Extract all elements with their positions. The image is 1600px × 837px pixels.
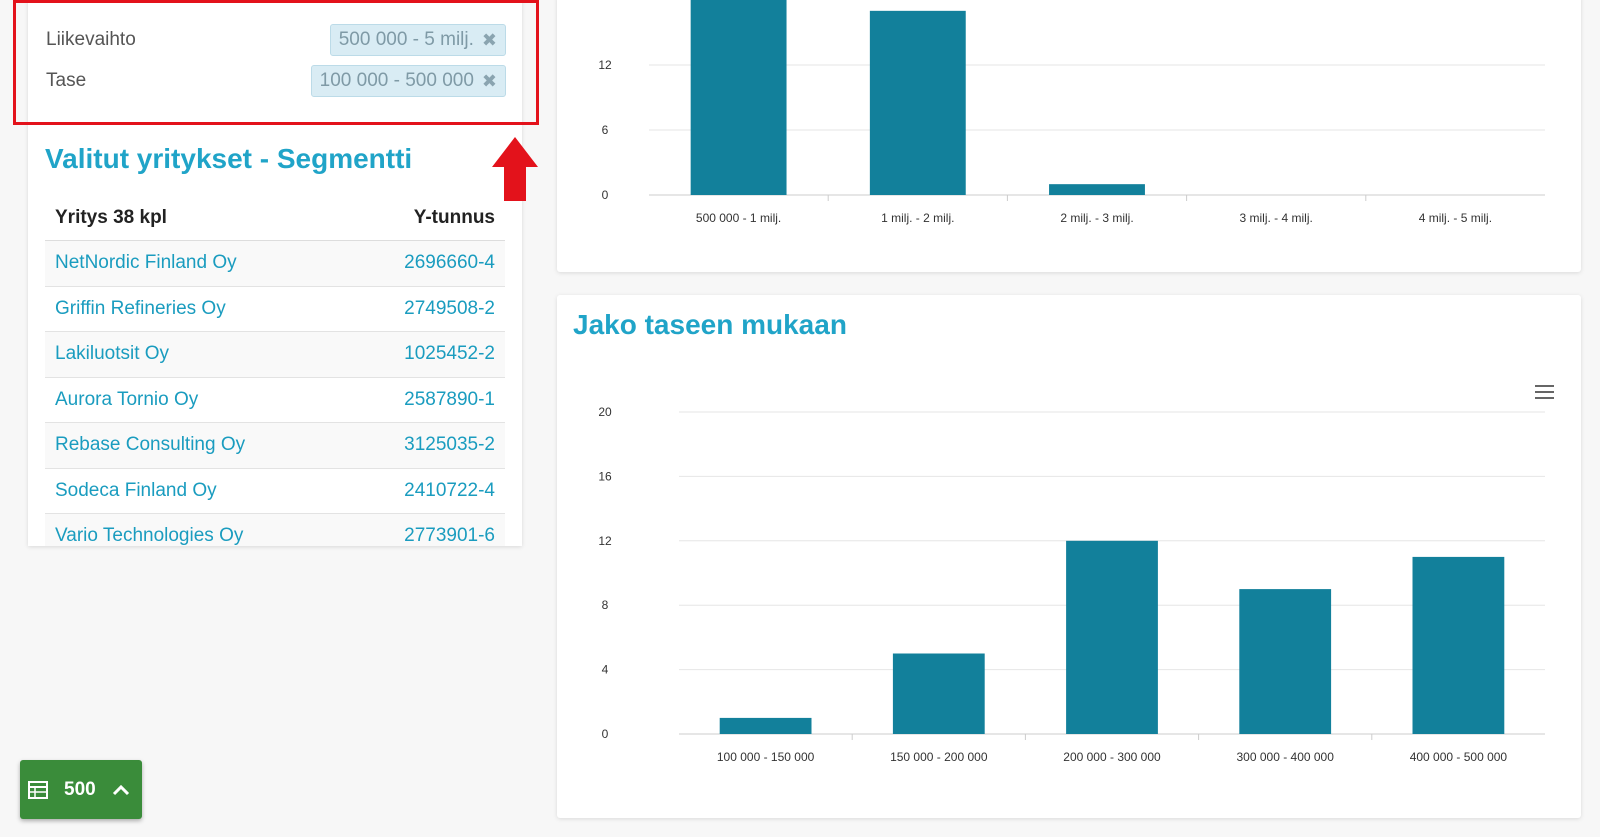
x-tick-label: 4 milj. - 5 milj.	[1419, 211, 1492, 225]
filter-row-liikevaihto: Liikevaihto 500 000 - 5 milj. ✖	[46, 23, 506, 57]
header-company: Yritys 38 kpl	[55, 207, 167, 228]
table-row[interactable]: Rebase Consulting Oy 3125035-2	[45, 423, 505, 469]
table-row[interactable]: Griffin Refineries Oy 2749508-2	[45, 287, 505, 332]
active-filters: Liikevaihto 500 000 - 5 milj. ✖ Tase 100…	[13, 0, 539, 125]
company-name-link[interactable]: Lakiluotsit Oy	[55, 343, 169, 365]
revenue-bar-chart: 0 6 12 500 000 - 1 milj. 1 milj. - 2 milj. 2 …	[598, 0, 1545, 225]
company-name-link[interactable]: Sodeca Finland Oy	[55, 480, 217, 502]
filter-label: Liikevaihto	[46, 29, 136, 50]
x-tick-label: 2 milj. - 3 milj.	[1060, 211, 1133, 225]
bar[interactable]	[1066, 540, 1158, 734]
company-id-link[interactable]: 2410722-4	[404, 480, 495, 502]
balance-bar-chart: 0 4 8 12 16 20 100 000 - 150 000 150 000 - 200 …	[598, 405, 1545, 764]
header-id: Y-tunnus	[413, 207, 495, 228]
bar[interactable]	[1049, 184, 1145, 195]
y-tick-label: 6	[602, 123, 609, 137]
x-tick-label: 200 000 - 300 000	[1063, 750, 1161, 764]
chart-card-balance: Jako taseen mukaan 0 4 8 12 16 20 100 000 - 15…	[557, 295, 1581, 818]
bar[interactable]	[690, 0, 787, 195]
chevron-up-icon[interactable]	[112, 784, 130, 796]
y-tick-label: 12	[598, 534, 612, 548]
y-tick-label: 4	[602, 663, 609, 677]
company-id-link[interactable]: 2696660-4	[404, 252, 495, 274]
export-count: 500	[64, 778, 96, 800]
x-tick-label: 3 milj. - 4 milj.	[1240, 211, 1313, 225]
chart-card-revenue: 0 6 12 500 000 - 1 milj. 1 milj. - 2 milj. 2 …	[557, 0, 1581, 272]
company-id-link[interactable]: 2587890-1	[404, 389, 495, 411]
company-id-link[interactable]: 2773901-6	[404, 525, 495, 546]
x-tick-label: 1 milj. - 2 milj.	[881, 211, 954, 225]
bar[interactable]	[719, 717, 812, 734]
company-table: Yritys 38 kpl Y-tunnus NetNordic Finland…	[45, 196, 505, 546]
company-id-link[interactable]: 1025452-2	[404, 343, 495, 365]
filter-chip-value: 500 000 - 5 milj.	[338, 29, 474, 50]
table-row[interactable]: NetNordic Finland Oy 2696660-4	[45, 241, 505, 287]
bar[interactable]	[892, 653, 985, 735]
chart-menu-icon[interactable]	[1535, 385, 1554, 399]
table-row[interactable]: Aurora Tornio Oy 2587890-1	[45, 378, 505, 423]
remove-icon[interactable]: ✖	[482, 71, 497, 92]
red-arrow-icon	[492, 137, 538, 201]
company-name-link[interactable]: NetNordic Finland Oy	[55, 252, 237, 274]
y-tick-label: 20	[598, 405, 612, 419]
company-name-link[interactable]: Griffin Refineries Oy	[55, 298, 226, 320]
table-header: Yritys 38 kpl Y-tunnus	[45, 196, 505, 241]
x-tick-label: 100 000 - 150 000	[717, 750, 815, 764]
filter-chip-value: 100 000 - 500 000	[319, 70, 474, 91]
bar[interactable]	[1239, 589, 1332, 734]
company-name-link[interactable]: Rebase Consulting Oy	[55, 434, 245, 456]
filter-row-tase: Tase 100 000 - 500 000 ✖	[46, 64, 506, 98]
x-tick-label: 150 000 - 200 000	[890, 750, 988, 764]
company-id-link[interactable]: 2749508-2	[404, 298, 495, 320]
bar[interactable]	[1412, 556, 1505, 734]
bar[interactable]	[869, 10, 966, 196]
table-row[interactable]: Sodeca Finland Oy 2410722-4	[45, 469, 505, 514]
x-tick-label: 500 000 - 1 milj.	[696, 211, 781, 225]
filter-chip[interactable]: 100 000 - 500 000 ✖	[310, 65, 506, 97]
y-tick-label: 0	[602, 727, 609, 741]
filter-chip[interactable]: 500 000 - 5 milj. ✖	[329, 24, 506, 56]
y-tick-label: 16	[598, 469, 612, 483]
table-row[interactable]: Vario Technologies Oy 2773901-6	[45, 514, 505, 546]
company-id-link[interactable]: 3125035-2	[404, 434, 495, 456]
spreadsheet-icon	[28, 780, 48, 799]
x-tick-label: 400 000 - 500 000	[1410, 750, 1508, 764]
company-name-link[interactable]: Vario Technologies Oy	[55, 525, 243, 546]
chart-title: Jako taseen mukaan	[573, 309, 847, 340]
table-row[interactable]: Lakiluotsit Oy 1025452-2	[45, 332, 505, 378]
export-button[interactable]: 500	[20, 760, 142, 819]
y-tick-label: 8	[602, 598, 609, 612]
x-tick-label: 300 000 - 400 000	[1236, 750, 1334, 764]
section-title: Valitut yritykset - Segmentti	[45, 143, 413, 174]
filter-label: Tase	[46, 70, 87, 91]
y-tick-label: 12	[598, 58, 612, 72]
y-tick-label: 0	[602, 188, 609, 202]
remove-icon[interactable]: ✖	[482, 30, 497, 51]
company-name-link[interactable]: Aurora Tornio Oy	[55, 389, 198, 411]
